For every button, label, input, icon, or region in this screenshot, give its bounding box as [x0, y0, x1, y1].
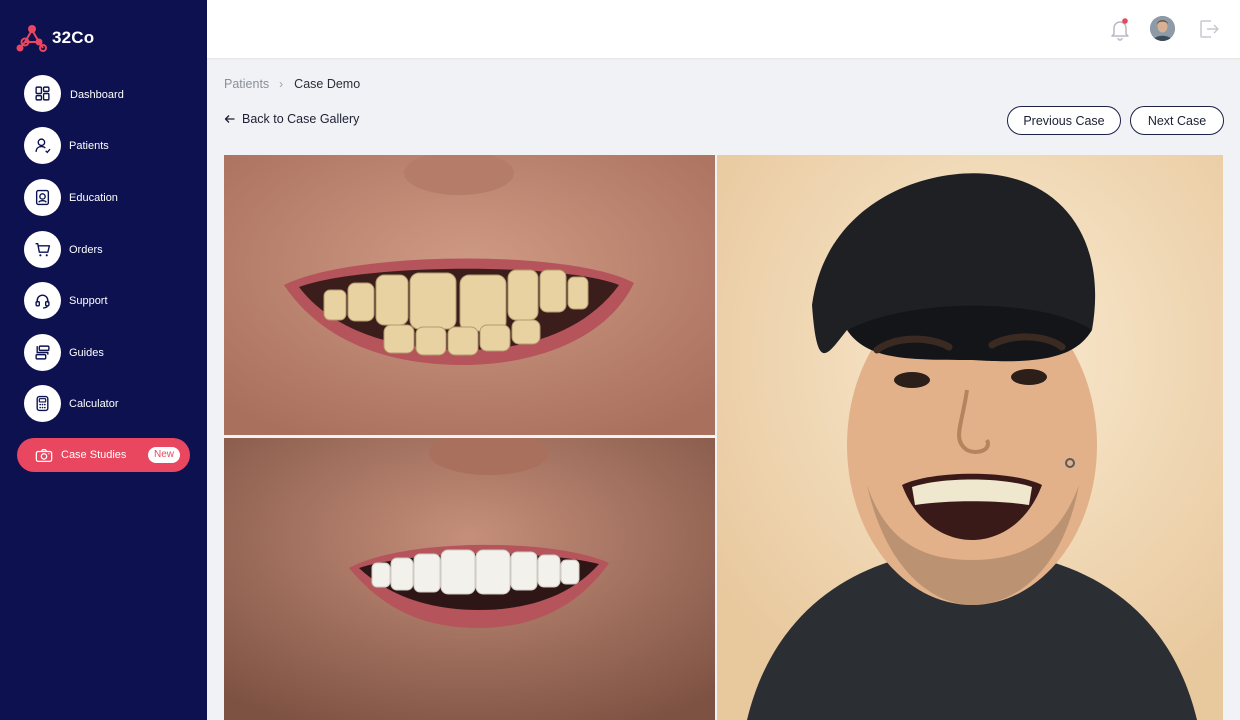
sidebar-item-dashboard[interactable]: Dashboard: [24, 75, 124, 112]
sidebar-item-label: Dashboard: [70, 88, 124, 101]
sidebar-item-label: Calculator: [69, 397, 119, 410]
patients-icon: [24, 127, 61, 164]
guides-icon: [24, 334, 61, 371]
avatar[interactable]: [1150, 16, 1175, 41]
sidebar-item-support[interactable]: Support: [24, 282, 108, 319]
sidebar-item-label: Education: [69, 191, 118, 204]
sidebar-item-label: Orders: [69, 243, 103, 256]
sidebar-item-calculator[interactable]: Calculator: [24, 385, 119, 422]
back-to-gallery-link[interactable]: Back to Case Gallery: [224, 112, 359, 126]
back-link-label: Back to Case Gallery: [242, 112, 360, 126]
breadcrumb-current: Case Demo: [294, 77, 361, 91]
calculator-icon: [24, 385, 61, 422]
breadcrumb: Patients › Case Demo: [224, 77, 360, 91]
new-badge: New: [147, 447, 180, 463]
camera-icon: [34, 447, 54, 463]
sidebar-item-orders[interactable]: Orders: [24, 231, 103, 268]
logo-mark-icon: [16, 23, 48, 53]
sidebar-item-case-studies[interactable]: Case Studies New: [17, 438, 190, 472]
sidebar-item-patients[interactable]: Patients: [24, 127, 109, 164]
sidebar-item-label: Support: [69, 294, 108, 307]
dashboard-icon: [24, 75, 61, 112]
sidebar-item-education[interactable]: Education: [24, 179, 118, 216]
breadcrumb-patients-link[interactable]: Patients: [224, 77, 269, 91]
sidebar-item-label: Case Studies: [61, 449, 127, 461]
headset-icon: [24, 282, 61, 319]
logout-icon[interactable]: [1198, 18, 1220, 40]
next-case-button[interactable]: Next Case: [1130, 106, 1224, 135]
chevron-right-icon: ›: [279, 77, 284, 91]
previous-case-button[interactable]: Previous Case: [1007, 106, 1121, 135]
sidebar: 32Co Dashboard Patients Education Orders…: [0, 0, 207, 720]
logo[interactable]: 32Co: [16, 23, 94, 53]
top-bar: [207, 0, 1240, 58]
sidebar-item-guides[interactable]: Guides: [24, 334, 104, 371]
arrow-left-icon: [224, 115, 235, 123]
before-smile-photo: [224, 155, 715, 435]
patient-portrait-photo: [717, 155, 1223, 720]
sidebar-item-label: Guides: [69, 346, 104, 359]
brand-name: 32Co: [52, 28, 95, 47]
bell-icon[interactable]: [1109, 17, 1131, 41]
cart-icon: [24, 231, 61, 268]
education-icon: [24, 179, 61, 216]
after-smile-photo: [224, 438, 715, 720]
sidebar-item-label: Patients: [69, 139, 109, 152]
